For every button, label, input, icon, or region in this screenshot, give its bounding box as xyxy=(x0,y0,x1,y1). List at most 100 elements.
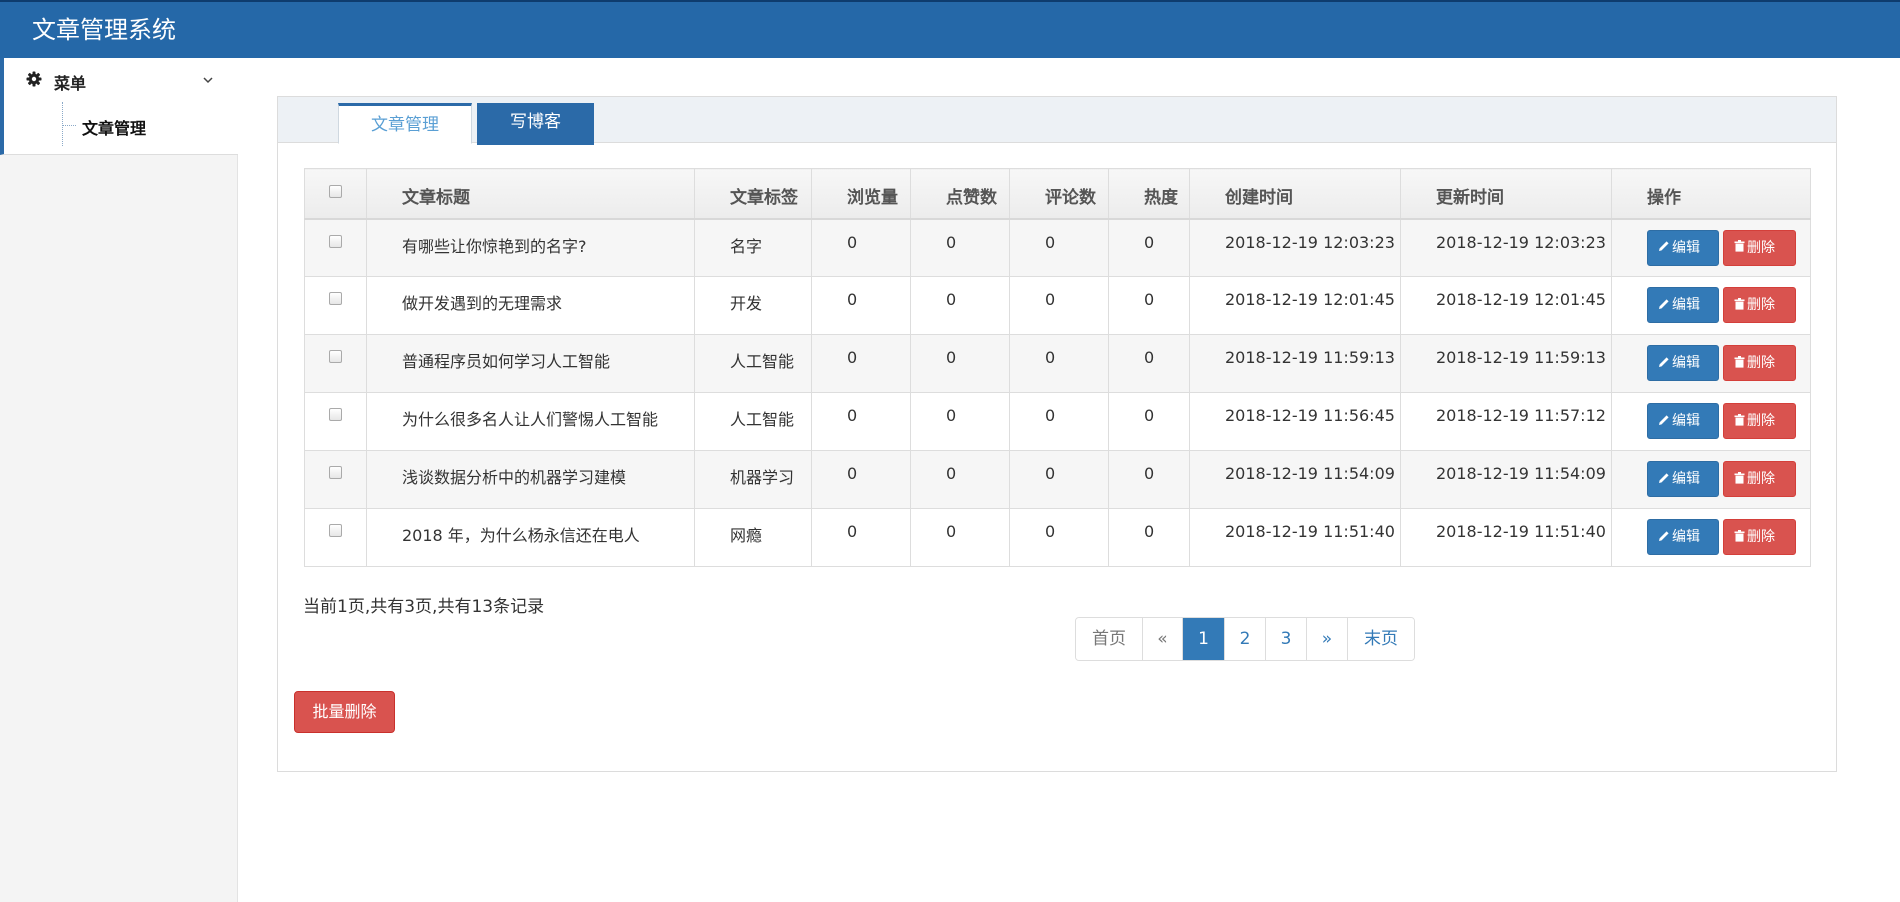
delete-label: 删除 xyxy=(1747,239,1775,256)
article-likes: 0 xyxy=(910,508,1010,567)
row-checkbox[interactable] xyxy=(329,466,342,479)
select-all-checkbox[interactable] xyxy=(329,185,342,198)
edit-button[interactable]: 编辑 xyxy=(1647,519,1719,555)
row-actions: 编辑 删除 xyxy=(1611,450,1811,509)
page-link-2[interactable]: 2 xyxy=(1224,618,1265,660)
sidebar-menu: 菜单 文章管理 xyxy=(0,58,238,155)
page-link-3[interactable]: 3 xyxy=(1265,618,1306,660)
row-select-cell xyxy=(304,218,367,277)
edit-button[interactable]: 编辑 xyxy=(1647,287,1719,323)
tree-branch xyxy=(62,125,76,126)
pencil-icon xyxy=(1659,298,1669,309)
table-row: 做开发遇到的无理需求 开发 0 0 0 0 2018-12-19 12:01:45 2018-… xyxy=(304,276,1811,335)
sidebar-item-article-management[interactable]: 文章管理 xyxy=(82,115,146,139)
article-views: 0 xyxy=(811,508,911,567)
select-all-cell xyxy=(304,168,367,220)
pencil-icon xyxy=(1659,530,1669,541)
article-tag: 网瘾 xyxy=(694,508,812,567)
row-select-cell xyxy=(304,392,367,451)
sidebar-menu-header[interactable]: 菜单 xyxy=(4,58,238,103)
delete-label: 删除 xyxy=(1747,355,1775,371)
next-page-link[interactable]: » xyxy=(1306,618,1347,660)
prev-page-link[interactable]: « xyxy=(1142,618,1182,660)
column-header[interactable]: 文章标签 xyxy=(694,168,812,220)
edit-button[interactable]: 编辑 xyxy=(1647,403,1719,439)
column-header[interactable]: 点赞数 xyxy=(910,168,1010,220)
article-tag: 名字 xyxy=(694,218,812,277)
articles-table: 文章标题 文章标签 浏览量 点赞数 评论数 热度 创建时间 更新时间 操作 有哪… xyxy=(304,168,1811,567)
edit-button[interactable]: 编辑 xyxy=(1647,461,1719,497)
delete-button[interactable]: 删除 xyxy=(1723,461,1796,497)
pencil-icon xyxy=(1659,356,1669,367)
column-header[interactable]: 创建时间 xyxy=(1189,168,1401,220)
trash-icon xyxy=(1734,413,1745,426)
content-panel: 文章管理 写博客 文章标题 文章标签 浏览量 点赞数 评论数 热度 创建时间 更… xyxy=(277,96,1837,772)
article-heat: 0 xyxy=(1108,276,1190,335)
edit-button[interactable]: 编辑 xyxy=(1647,345,1719,381)
delete-button[interactable]: 删除 xyxy=(1723,403,1796,439)
table-row: 有哪些让你惊艳到的名字? 名字 0 0 0 0 2018-12-19 12:03:23 201… xyxy=(304,218,1811,277)
tab-article-management[interactable]: 文章管理 xyxy=(338,103,472,144)
edit-label: 编辑 xyxy=(1672,239,1700,256)
delete-label: 删除 xyxy=(1747,471,1775,487)
page-link-1[interactable]: 1 xyxy=(1182,618,1224,660)
column-header[interactable]: 热度 xyxy=(1108,168,1190,220)
row-checkbox[interactable] xyxy=(329,524,342,537)
article-title: 浅谈数据分析中的机器学习建模 xyxy=(366,450,695,509)
row-select-cell xyxy=(304,450,367,509)
article-title: 有哪些让你惊艳到的名字? xyxy=(366,218,695,277)
chevron-down-icon xyxy=(203,77,213,84)
row-actions: 编辑 删除 xyxy=(1611,508,1811,567)
article-title: 普通程序员如何学习人工智能 xyxy=(366,334,695,393)
tab-write-blog[interactable]: 写博客 xyxy=(477,103,594,145)
sidebar-menu-label: 菜单 xyxy=(54,74,87,93)
row-checkbox[interactable] xyxy=(329,408,342,421)
article-created: 2018-12-19 11:51:40 xyxy=(1189,508,1401,567)
article-updated: 2018-12-19 12:01:45 xyxy=(1400,276,1612,335)
edit-label: 编辑 xyxy=(1672,471,1700,487)
row-checkbox[interactable] xyxy=(329,350,342,363)
delete-label: 删除 xyxy=(1747,413,1775,429)
edit-label: 编辑 xyxy=(1672,355,1700,371)
edit-button[interactable]: 编辑 xyxy=(1647,229,1719,266)
edit-label: 编辑 xyxy=(1672,413,1700,429)
app-title: 文章管理系统 xyxy=(32,16,176,44)
column-header[interactable]: 更新时间 xyxy=(1400,168,1612,220)
row-select-cell xyxy=(304,334,367,393)
tab-bar: 文章管理 写博客 xyxy=(278,97,1836,145)
table-body: 有哪些让你惊艳到的名字? 名字 0 0 0 0 2018-12-19 12:03:23 201… xyxy=(304,218,1811,567)
column-header[interactable]: 浏览量 xyxy=(811,168,911,220)
article-comments: 0 xyxy=(1009,218,1109,277)
delete-button[interactable]: 删除 xyxy=(1723,345,1796,381)
delete-button[interactable]: 删除 xyxy=(1723,519,1796,555)
pencil-icon xyxy=(1659,472,1669,483)
table-row: 浅谈数据分析中的机器学习建模 机器学习 0 0 0 0 2018-12-19 11:54:0… xyxy=(304,450,1811,509)
article-likes: 0 xyxy=(910,334,1010,393)
edit-label: 编辑 xyxy=(1672,297,1700,313)
pagination: 首页 « 1 2 3 » 末页 xyxy=(1075,617,1415,661)
row-checkbox[interactable] xyxy=(329,292,342,305)
delete-button[interactable]: 删除 xyxy=(1723,287,1796,323)
article-comments: 0 xyxy=(1009,392,1109,451)
last-page-link[interactable]: 末页 xyxy=(1347,618,1414,660)
row-checkbox[interactable] xyxy=(329,234,342,248)
article-comments: 0 xyxy=(1009,334,1109,393)
article-views: 0 xyxy=(811,334,911,393)
edit-label: 编辑 xyxy=(1672,529,1700,545)
trash-icon xyxy=(1734,355,1745,368)
delete-button[interactable]: 删除 xyxy=(1723,229,1796,266)
first-page-link[interactable]: 首页 xyxy=(1076,618,1142,660)
article-updated: 2018-12-19 12:03:23 xyxy=(1400,218,1612,277)
article-heat: 0 xyxy=(1108,334,1190,393)
article-heat: 0 xyxy=(1108,392,1190,451)
pencil-icon xyxy=(1659,414,1669,425)
article-heat: 0 xyxy=(1108,450,1190,509)
article-comments: 0 xyxy=(1009,450,1109,509)
article-created: 2018-12-19 12:03:23 xyxy=(1189,218,1401,277)
column-header[interactable]: 文章标题 xyxy=(366,168,695,220)
row-actions: 编辑 删除 xyxy=(1611,392,1811,451)
bulk-delete-button[interactable]: 批量删除 xyxy=(294,691,395,733)
delete-label: 删除 xyxy=(1747,529,1775,545)
article-updated: 2018-12-19 11:57:12 xyxy=(1400,392,1612,451)
column-header[interactable]: 评论数 xyxy=(1009,168,1109,220)
